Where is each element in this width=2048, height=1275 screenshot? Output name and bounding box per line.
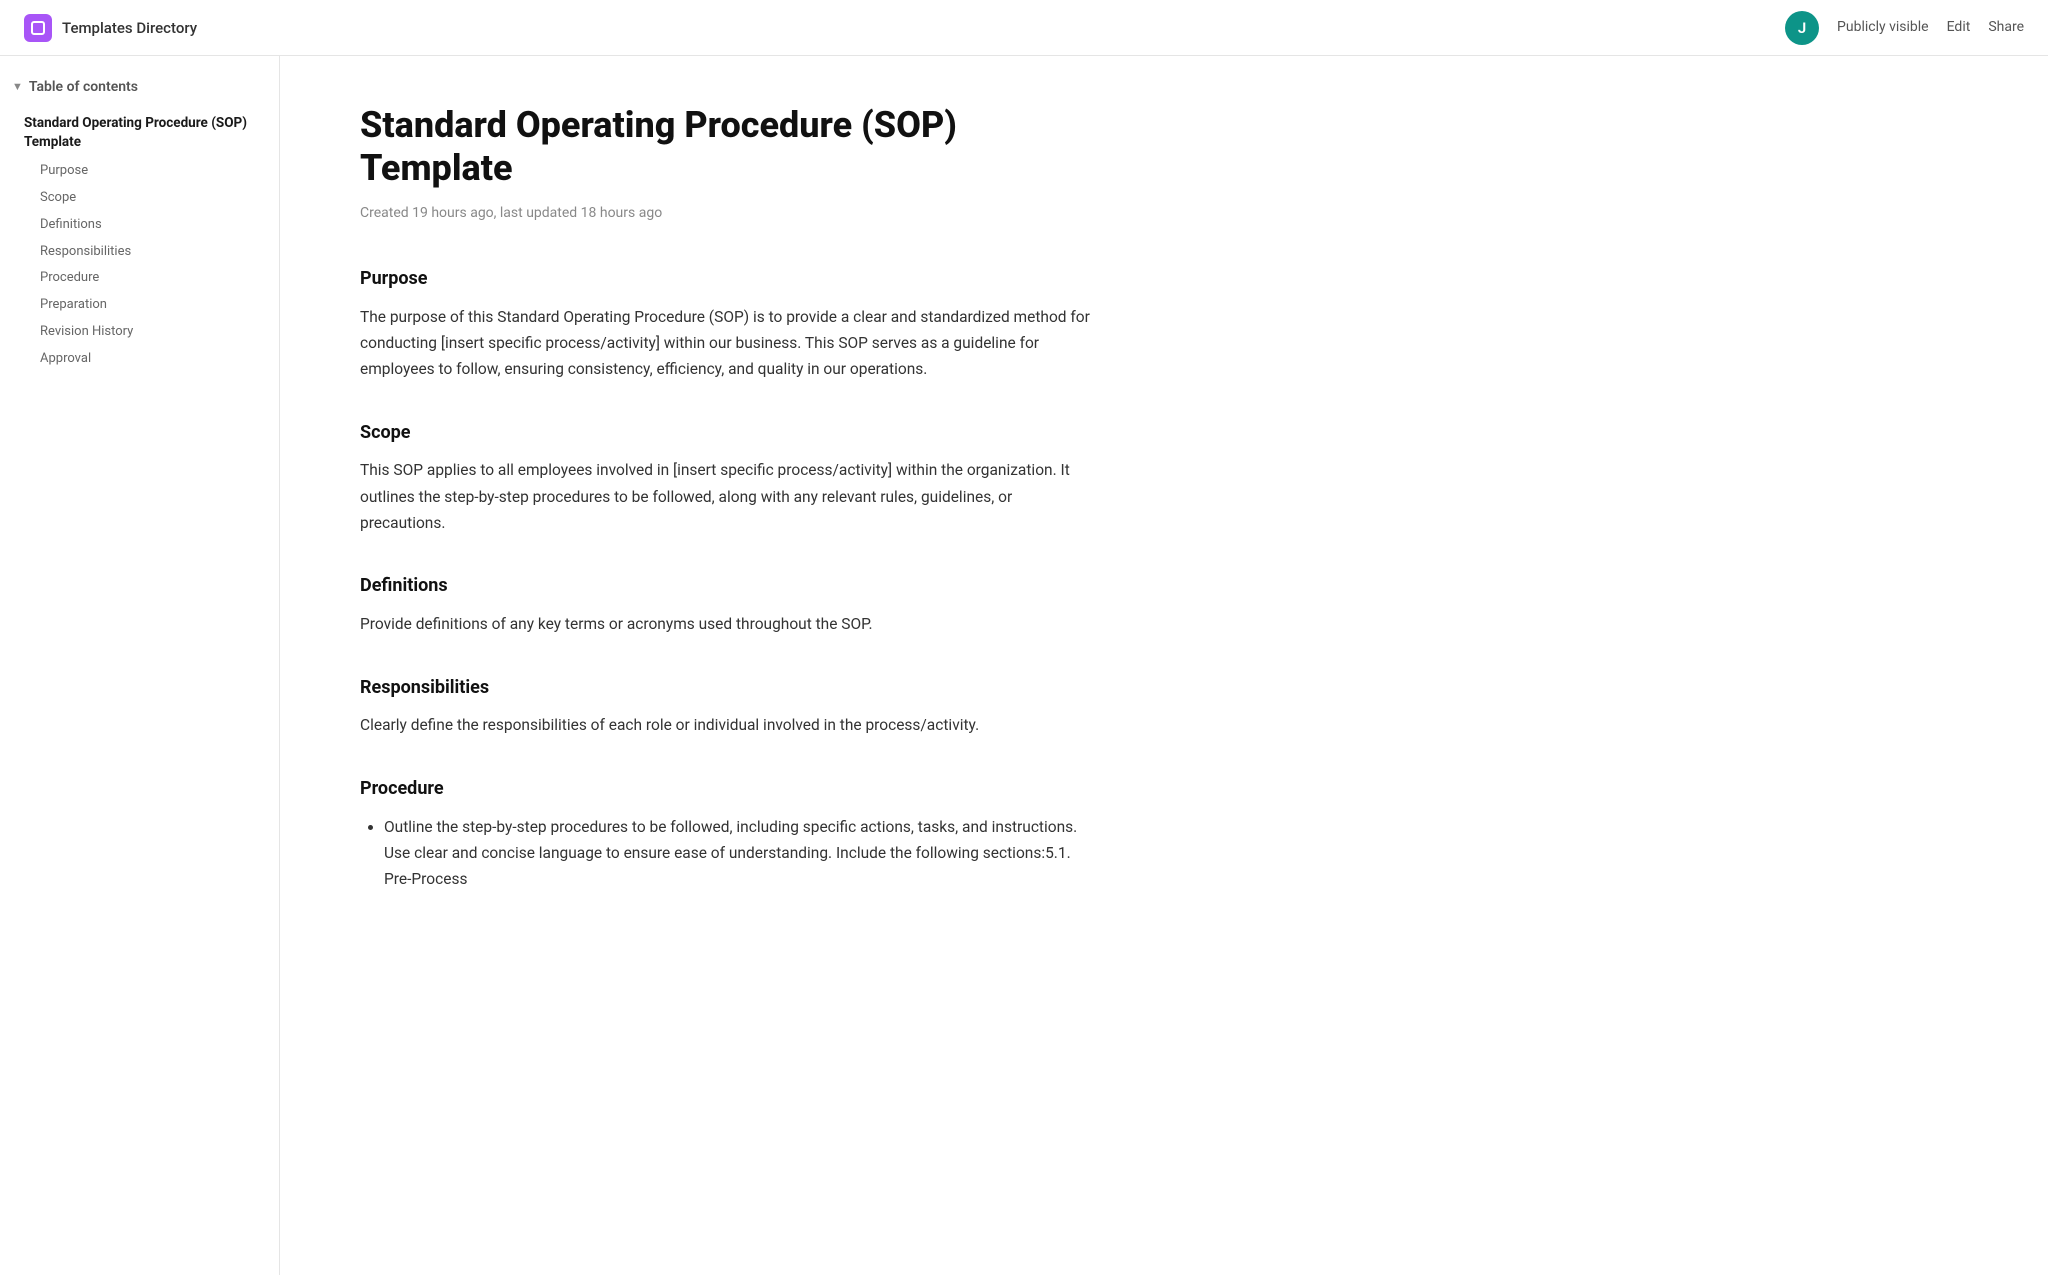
section-body-definitions: Provide definitions of any key terms or … [360, 611, 1100, 637]
section-heading-purpose: Purpose [360, 265, 1100, 294]
procedure-list: Outline the step-by-step procedures to b… [384, 814, 1100, 893]
section-heading-procedure: Procedure [360, 775, 1100, 804]
edit-button[interactable]: Edit [1947, 16, 1971, 38]
toc-sub-item[interactable]: Purpose [32, 158, 267, 185]
app-title[interactable]: Templates Directory [62, 16, 197, 40]
main-layout: ▼ Table of contents Standard Operating P… [0, 56, 2048, 1275]
section-heading-definitions: Definitions [360, 572, 1100, 601]
section-responsibilities: Responsibilities Clearly define the respo… [360, 674, 1100, 739]
section-scope: Scope This SOP applies to all employees i… [360, 419, 1100, 537]
toc-sub-item[interactable]: Scope [32, 185, 267, 212]
app-header: Templates Directory J Publicly visible E… [0, 0, 2048, 56]
section-heading-scope: Scope [360, 419, 1100, 448]
section-body-scope: This SOP applies to all employees involv… [360, 457, 1100, 536]
sections-container: Purpose The purpose of this Standard Oper… [360, 265, 1100, 893]
doc-meta: Created 19 hours ago, last updated 18 ho… [360, 202, 1100, 224]
toc-sub-item[interactable]: Procedure [32, 265, 267, 292]
app-icon-inner [31, 21, 45, 35]
chevron-down-icon: ▼ [12, 78, 23, 96]
toc-sub-item[interactable]: Responsibilities [32, 239, 267, 266]
toc-sub-item[interactable]: Approval [32, 346, 267, 373]
section-purpose: Purpose The purpose of this Standard Oper… [360, 265, 1100, 383]
header-right: J Publicly visible Edit Share [1785, 11, 2024, 45]
section-definitions: Definitions Provide definitions of any ke… [360, 572, 1100, 637]
toc-sub-items: PurposeScopeDefinitionsResponsibilitiesP… [16, 158, 267, 372]
share-button[interactable]: Share [1988, 16, 2024, 38]
section-procedure: Procedure Outline the step-by-step proced… [360, 775, 1100, 893]
toc-header[interactable]: ▼ Table of contents [12, 76, 267, 98]
toc-sub-item[interactable]: Definitions [32, 212, 267, 239]
section-body-purpose: The purpose of this Standard Operating P… [360, 304, 1100, 383]
section-body-responsibilities: Clearly define the responsibilities of e… [360, 712, 1100, 738]
doc-title: Standard Operating Procedure (SOP) Templ… [360, 104, 1100, 190]
toc-sub-item[interactable]: Revision History [32, 319, 267, 346]
list-item: Outline the step-by-step procedures to b… [384, 814, 1100, 893]
sidebar: ▼ Table of contents Standard Operating P… [0, 56, 280, 1275]
publicly-visible-label[interactable]: Publicly visible [1837, 16, 1929, 38]
content-area: Standard Operating Procedure (SOP) Templ… [280, 56, 1180, 1275]
toc-items: Standard Operating Procedure (SOP) Templ… [12, 110, 267, 372]
app-icon[interactable] [24, 14, 52, 42]
toc-title-label: Table of contents [29, 76, 138, 98]
section-heading-responsibilities: Responsibilities [360, 674, 1100, 703]
toc-item-top[interactable]: Standard Operating Procedure (SOP) Templ… [16, 110, 267, 156]
header-left: Templates Directory [24, 14, 197, 42]
avatar[interactable]: J [1785, 11, 1819, 45]
toc-sub-item[interactable]: Preparation [32, 292, 267, 319]
